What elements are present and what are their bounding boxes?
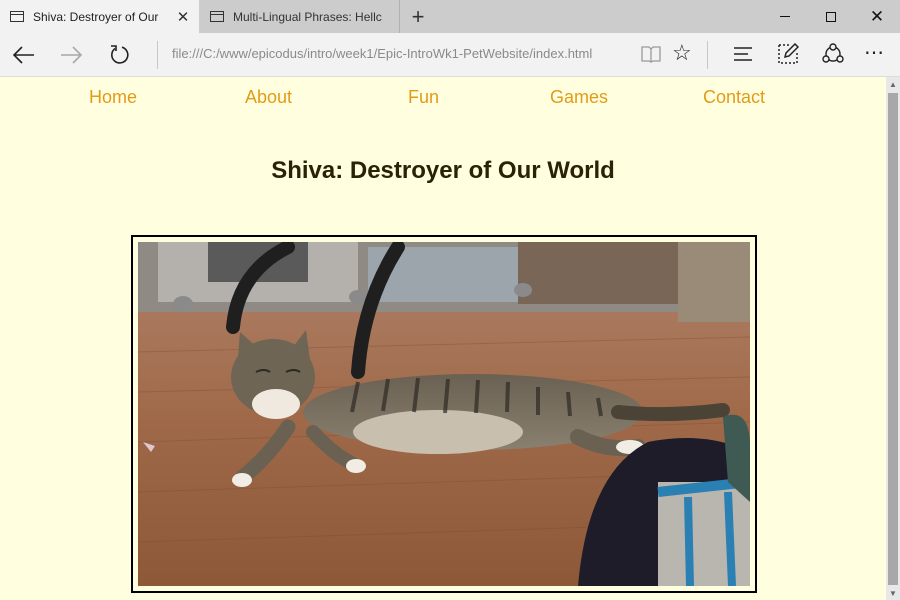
divider [707, 41, 708, 69]
nav-link-games[interactable]: Games [550, 87, 608, 108]
page-icon [10, 11, 24, 22]
hub-icon[interactable] [733, 46, 753, 62]
scroll-up-icon[interactable]: ▲ [886, 77, 900, 91]
close-window-button[interactable]: ✕ [854, 0, 900, 33]
web-note-icon[interactable] [777, 43, 799, 65]
tab-title: Multi-Lingual Phrases: Hellc [233, 9, 382, 24]
scroll-down-icon[interactable]: ▼ [886, 586, 900, 600]
scrollbar[interactable]: ▲ ▼ [886, 77, 900, 600]
forward-button[interactable] [55, 39, 87, 71]
tabby-cat-photo [138, 242, 750, 586]
refresh-icon [111, 45, 129, 64]
new-tab-button[interactable]: + [404, 0, 432, 33]
scroll-thumb[interactable] [888, 93, 898, 585]
divider [157, 41, 158, 69]
close-icon[interactable]: ✕ [173, 8, 193, 26]
forward-arrow-icon [61, 46, 82, 64]
tab-bar: Shiva: Destroyer of Our ✕ Multi-Lingual … [0, 0, 900, 33]
maximize-button[interactable] [808, 0, 854, 33]
tab-multilingual[interactable]: Multi-Lingual Phrases: Hellc [200, 0, 400, 33]
nav-link-fun[interactable]: Fun [408, 87, 439, 108]
back-arrow-icon [13, 46, 34, 64]
refresh-button[interactable] [103, 39, 135, 71]
address-field[interactable]: file:///C:/www/epicodus/intro/week1/Epic… [172, 46, 592, 61]
minimize-icon [780, 16, 790, 17]
page-icon [210, 11, 224, 22]
page-title: Shiva: Destroyer of Our World [271, 157, 615, 184]
nav-link-about[interactable]: About [245, 87, 292, 108]
reading-view-icon[interactable] [641, 44, 661, 64]
minimize-button[interactable] [762, 0, 808, 33]
star-icon[interactable]: ☆ [672, 42, 692, 64]
page-viewport: Home About Fun Games Contact Shiva: Dest… [0, 77, 900, 600]
nav-link-home[interactable]: Home [89, 87, 137, 108]
nav-link-contact[interactable]: Contact [703, 87, 765, 108]
address-toolbar: file:///C:/www/epicodus/intro/week1/Epic… [0, 33, 900, 77]
tab-title: Shiva: Destroyer of Our [33, 9, 159, 24]
tab-shiva[interactable]: Shiva: Destroyer of Our ✕ [0, 0, 199, 33]
maximize-icon [826, 11, 836, 22]
back-button[interactable] [8, 39, 40, 71]
photo-frame [131, 235, 757, 593]
share-icon[interactable] [821, 43, 845, 65]
site-nav: Home About Fun Games Contact [0, 77, 886, 117]
more-icon[interactable]: ⋯ [864, 40, 885, 65]
